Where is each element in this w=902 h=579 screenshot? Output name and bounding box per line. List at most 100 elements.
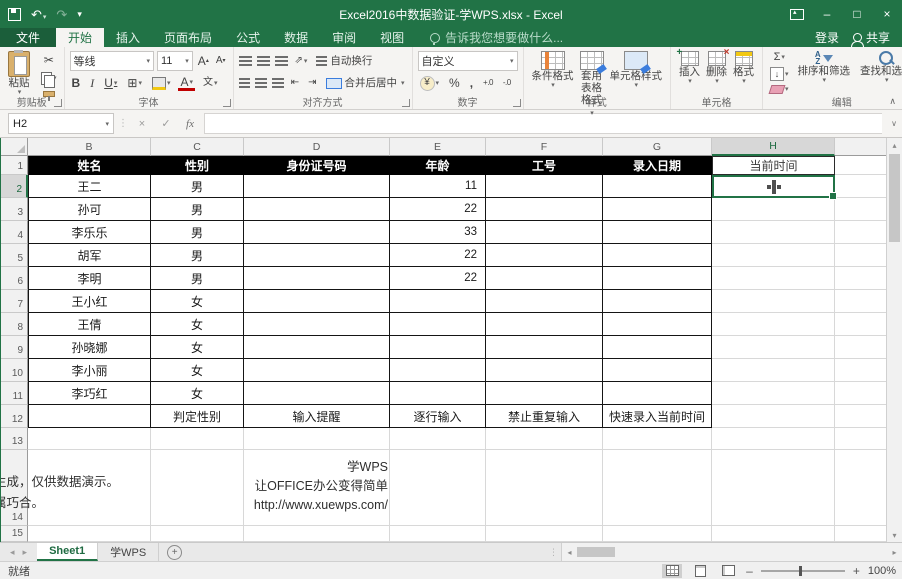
cell-F7[interactable] (486, 290, 603, 313)
row-header-6[interactable]: 6 (1, 267, 28, 290)
cell-D1[interactable]: 身份证号码 (244, 156, 390, 175)
cell-E11[interactable] (390, 382, 486, 405)
scroll-down-icon[interactable]: ▾ (887, 528, 902, 542)
font-size-combo[interactable]: 11▾ (157, 51, 193, 71)
scroll-right-icon[interactable]: ▸ (887, 548, 902, 557)
cell-C8[interactable]: 女 (151, 313, 244, 336)
cell-E14[interactable] (390, 450, 486, 526)
tab-view[interactable]: 视图 (368, 28, 416, 47)
cell-D8[interactable] (244, 313, 390, 336)
cell-C9[interactable]: 女 (151, 336, 244, 359)
cell-I6[interactable] (835, 267, 887, 290)
column-header-D[interactable]: D (244, 138, 390, 156)
qat-customize-icon[interactable]: ▾ (77, 10, 82, 19)
cell-C4[interactable]: 男 (151, 221, 244, 244)
column-header-B[interactable]: B (28, 138, 151, 156)
row-header-7[interactable]: 7 (1, 290, 28, 313)
cell-H14[interactable] (712, 450, 835, 526)
cell-E3[interactable]: 22 (390, 198, 486, 221)
cell-C2[interactable]: 男 (151, 175, 244, 198)
font-dialog-launcher[interactable] (223, 99, 231, 107)
cell-I8[interactable] (835, 313, 887, 336)
format-cells-button[interactable]: 格式 ▾ (730, 50, 757, 87)
cell-F9[interactable] (486, 336, 603, 359)
autosum-button[interactable]: Σ▾ (768, 51, 791, 64)
cell-I1[interactable] (835, 156, 887, 175)
clipboard-dialog-launcher[interactable] (54, 99, 62, 107)
scroll-left-icon[interactable]: ◂ (562, 548, 577, 557)
cell-I5[interactable] (835, 244, 887, 267)
cell-E15[interactable] (390, 526, 486, 542)
tab-insert[interactable]: 插入 (104, 28, 152, 47)
tab-home[interactable]: 开始 (56, 28, 104, 47)
cell-I2[interactable] (835, 175, 887, 198)
cell-I13[interactable] (835, 428, 887, 450)
cell-H5[interactable] (712, 244, 835, 267)
cell-G12[interactable]: 快速录入当前时间 (603, 405, 712, 428)
column-header-right[interactable] (835, 138, 887, 156)
cell-C13[interactable] (151, 428, 244, 450)
namebox-splitter[interactable]: ⋮ (118, 118, 128, 129)
fill-handle[interactable] (829, 192, 837, 200)
cell-E6[interactable]: 22 (390, 267, 486, 290)
increase-indent-button[interactable]: ⇥ (306, 77, 318, 89)
tell-me-box[interactable]: 告诉我您想要做什么... (430, 28, 563, 47)
cell-G3[interactable] (603, 198, 712, 221)
row-header-4[interactable]: 4 (1, 221, 28, 244)
number-dialog-launcher[interactable] (513, 99, 521, 107)
tab-review[interactable]: 审阅 (320, 28, 368, 47)
cell-H4[interactable] (712, 221, 835, 244)
align-top-icon[interactable] (239, 56, 252, 66)
cell-D12[interactable]: 输入提醒 (244, 405, 390, 428)
cell-I14[interactable] (835, 450, 887, 526)
zoom-level[interactable]: 100% (868, 565, 896, 577)
cell-C6[interactable]: 男 (151, 267, 244, 290)
italic-button[interactable]: I (88, 76, 96, 90)
enter-formula-icon[interactable]: ✓ (156, 117, 176, 130)
row-header-1[interactable]: 1 (1, 156, 28, 175)
find-select-button[interactable]: 查找和选择 ▾ (857, 50, 902, 95)
orientation-button[interactable]: ⇗▾ (293, 55, 310, 67)
merge-center-button[interactable]: 合并后居中▾ (324, 77, 407, 90)
cell-I7[interactable] (835, 290, 887, 313)
cell-G4[interactable] (603, 221, 712, 244)
cell-F5[interactable] (486, 244, 603, 267)
cell-F10[interactable] (486, 359, 603, 382)
cell-E12[interactable]: 逐行输入 (390, 405, 486, 428)
horizontal-scroll-thumb[interactable] (577, 547, 615, 557)
cell-C3[interactable]: 男 (151, 198, 244, 221)
name-box[interactable]: H2▾ (8, 113, 114, 134)
cell-G7[interactable] (603, 290, 712, 313)
cell-F6[interactable] (486, 267, 603, 290)
cell-B7[interactable]: 王小红 (28, 290, 151, 313)
tab-page-layout[interactable]: 页面布局 (152, 28, 224, 47)
align-left-icon[interactable] (239, 78, 251, 88)
cancel-formula-icon[interactable]: × (132, 118, 152, 130)
select-all-corner[interactable] (1, 138, 28, 156)
cell-H9[interactable] (712, 336, 835, 359)
scrollbar-splitter[interactable]: ⋮ (546, 543, 561, 561)
row-header-12[interactable]: 12 (1, 405, 28, 428)
align-center-icon[interactable] (255, 78, 267, 88)
sign-in-button[interactable]: 登录 (815, 29, 839, 46)
number-format-combo[interactable]: 自定义▾ (418, 51, 518, 71)
cell-I12[interactable] (835, 405, 887, 428)
cell-B4[interactable]: 李乐乐 (28, 221, 151, 244)
cell-H1[interactable]: 当前时间 (712, 156, 835, 175)
cell-F11[interactable] (486, 382, 603, 405)
cell-F1[interactable]: 工号 (486, 156, 603, 175)
cell-B12[interactable] (28, 405, 151, 428)
cell-D15[interactable] (244, 526, 390, 542)
cell-H13[interactable] (712, 428, 835, 450)
phonetic-guide-button[interactable]: 文▾ (201, 77, 220, 89)
cell-I15[interactable] (835, 526, 887, 542)
column-header-C[interactable]: C (151, 138, 244, 156)
cell-F12[interactable]: 禁止重复输入 (486, 405, 603, 428)
cell-H3[interactable] (712, 198, 835, 221)
fill-button[interactable]: ↓▾ (768, 66, 791, 82)
cell-G5[interactable] (603, 244, 712, 267)
cell-G13[interactable] (603, 428, 712, 450)
borders-button[interactable]: ⊞▾ (125, 76, 144, 90)
cell-C10[interactable]: 女 (151, 359, 244, 382)
cell-E1[interactable]: 年龄 (390, 156, 486, 175)
